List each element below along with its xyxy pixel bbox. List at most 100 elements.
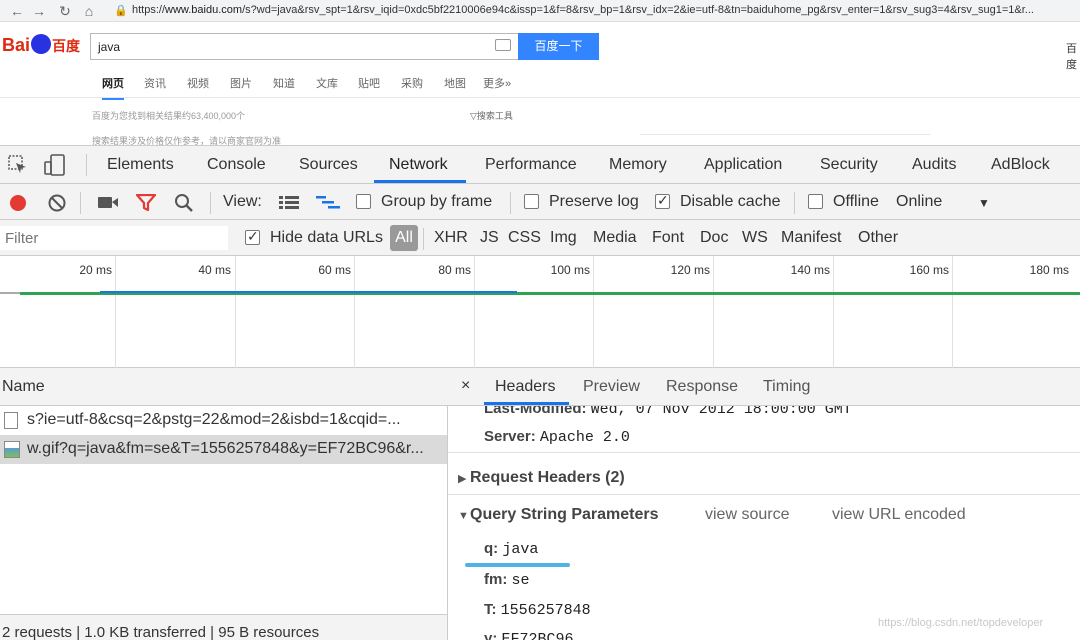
network-summary: 2 requests | 1.0 KB transferred | 95 B r… [2, 624, 320, 641]
param-value: 1556257848 [500, 602, 591, 619]
browser-url-bar: ← → ↻ ⌂ 🔒 https://www.baidu.com/s?wd=jav… [0, 0, 1080, 22]
filter-bar: Hide data URLs All XHR JS CSS Img Media … [0, 220, 1080, 256]
filter-type-js[interactable]: JS [480, 229, 499, 247]
filter-type-img[interactable]: Img [550, 229, 577, 247]
tab-adblock[interactable]: AdBlock [991, 156, 1050, 174]
large-rows-icon[interactable] [279, 195, 299, 210]
offline-label: Offline [833, 193, 879, 210]
search-input[interactable]: java [90, 33, 518, 60]
baidu-tab-wenku[interactable]: 文库 [316, 75, 338, 91]
disable-cache-checkbox[interactable] [655, 192, 670, 209]
search-icon[interactable] [174, 193, 194, 213]
tab-security[interactable]: Security [820, 156, 878, 174]
close-icon[interactable]: × [461, 377, 470, 395]
baidu-tab-video[interactable]: 视频 [187, 75, 209, 91]
chevron-down-icon[interactable]: ▼ [978, 196, 990, 210]
view-url-encoded-link[interactable]: view URL encoded [832, 506, 966, 524]
view-source-link[interactable]: view source [705, 506, 789, 524]
active-tab-indicator [374, 180, 466, 183]
camera-icon[interactable] [495, 39, 511, 51]
grid-line [713, 256, 714, 368]
header-value: Apache 2.0 [539, 429, 630, 446]
tab-console[interactable]: Console [207, 156, 266, 174]
tab-application[interactable]: Application [704, 156, 782, 174]
request-headers-section[interactable]: ▶ Request Headers (2) [458, 469, 625, 487]
waterfall-icon[interactable] [316, 195, 340, 210]
filter-type-font[interactable]: Font [652, 229, 684, 247]
disable-cache-label: Disable cache [680, 193, 781, 210]
lock-icon[interactable]: 🔒 [112, 2, 130, 20]
baidu-tab-map[interactable]: 地图 [444, 75, 466, 91]
baidu-logo[interactable]: Bai 百度 [2, 34, 80, 56]
tab-elements[interactable]: Elements [107, 156, 174, 174]
filter-type-all[interactable]: All [390, 225, 418, 251]
offline-checkbox[interactable] [808, 194, 823, 209]
tab-sources[interactable]: Sources [299, 156, 358, 174]
baidu-tab-purchase[interactable]: 采购 [401, 75, 423, 91]
baidu-tab-news[interactable]: 资讯 [144, 75, 166, 91]
home-icon[interactable]: ⌂ [80, 2, 98, 20]
preserve-log-checkbox[interactable] [524, 194, 539, 209]
tab-network[interactable]: Network [389, 156, 448, 174]
throttling-select[interactable]: Online [896, 193, 942, 211]
address-bar[interactable]: https://www.baidu.com/s?wd=java&rsv_spt=… [132, 4, 1062, 16]
filter-type-media[interactable]: Media [593, 229, 637, 247]
network-overview-timeline[interactable]: 20 ms 40 ms 60 ms 80 ms 100 ms 120 ms 14… [0, 256, 1080, 368]
network-toolbar: View: Group by frame Preserve log Disabl… [0, 184, 1080, 220]
group-by-frame-label: Group by frame [381, 193, 493, 210]
tab-headers[interactable]: Headers [495, 378, 555, 396]
divider [448, 494, 1080, 495]
document-icon [4, 412, 18, 429]
clear-icon[interactable] [47, 193, 67, 213]
back-icon[interactable]: ← [8, 2, 26, 20]
param-value: se [511, 572, 530, 589]
record-icon[interactable] [8, 193, 28, 213]
hide-data-urls-checkbox[interactable] [245, 228, 260, 245]
grid-line [115, 256, 116, 368]
name-column-header[interactable]: Name [0, 368, 448, 406]
request-list: Name s?ie=utf-8&csq=2&pstg=22&mod=2&isbd… [0, 368, 448, 641]
tab-audits[interactable]: Audits [912, 156, 956, 174]
baidu-tab-more[interactable]: 更多» [483, 75, 511, 91]
camera-icon[interactable] [97, 195, 119, 210]
baidu-tab-web[interactable]: 网页 [102, 75, 124, 100]
filter-type-doc[interactable]: Doc [700, 229, 728, 247]
tab-memory[interactable]: Memory [609, 156, 667, 174]
filter-type-manifest[interactable]: Manifest [781, 229, 841, 247]
divider [794, 192, 795, 214]
group-by-frame-checkbox[interactable] [356, 194, 371, 209]
tab-preview[interactable]: Preview [583, 378, 640, 396]
search-tools[interactable]: ▽搜索工具 [470, 109, 513, 122]
price-disclaimer: 搜索结果涉及价格仅作参考，请以商家官网为准 [92, 136, 282, 145]
table-row[interactable]: s?ie=utf-8&csq=2&pstg=22&mod=2&isbd=1&cq… [0, 406, 447, 435]
filter-type-ws[interactable]: WS [742, 229, 768, 247]
filter-type-other[interactable]: Other [858, 229, 898, 247]
reload-icon[interactable]: ↻ [56, 2, 74, 20]
tab-response[interactable]: Response [666, 378, 738, 396]
watermark: https://blog.csdn.net/topdeveloper [878, 617, 1044, 629]
query-string-section[interactable]: ▼Query String Parameters [458, 506, 659, 524]
request-detail-panel: × Headers Preview Response Timing Last-M… [448, 368, 1080, 640]
filter-type-css[interactable]: CSS [508, 229, 541, 247]
tab-timing[interactable]: Timing [763, 378, 810, 396]
inspect-element-icon[interactable] [8, 155, 28, 175]
forward-icon[interactable]: → [30, 2, 48, 20]
network-summary-bar: 2 requests | 1.0 KB transferred | 95 B r… [0, 614, 447, 641]
request-name: w.gif?q=java&fm=se&T=1556257848&y=EF72BC… [27, 440, 424, 457]
table-row[interactable]: w.gif?q=java&fm=se&T=1556257848&y=EF72BC… [0, 435, 447, 464]
tick-label: 100 ms [550, 263, 590, 277]
baidu-tab-tieba[interactable]: 贴吧 [358, 75, 380, 91]
filter-icon[interactable] [136, 194, 156, 212]
tick-label: 180 ms [1029, 263, 1069, 277]
baidu-tab-zhidao[interactable]: 知道 [273, 75, 295, 91]
baidu-tab-images[interactable]: 图片 [230, 75, 252, 91]
search-button[interactable]: 百度一下 [518, 33, 599, 60]
filter-type-xhr[interactable]: XHR [434, 229, 468, 247]
grid-line [593, 256, 594, 368]
filter-input[interactable] [0, 226, 228, 250]
device-toolbar-icon[interactable] [44, 154, 66, 176]
tick-label: 80 ms [438, 263, 471, 277]
detail-tab-bar: × Headers Preview Response Timing [448, 368, 1080, 406]
logo-text-baidu: 百度 [52, 38, 81, 54]
tab-performance[interactable]: Performance [485, 156, 577, 174]
